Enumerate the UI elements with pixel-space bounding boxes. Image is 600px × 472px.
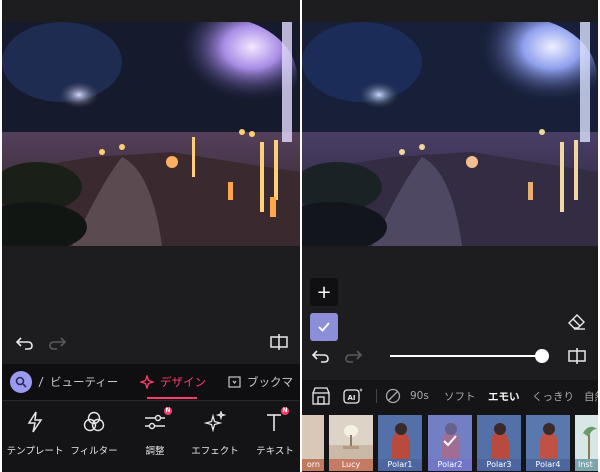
filter-shop-icon[interactable]	[310, 386, 332, 406]
left-editor-panel: ビューティー デザイン ブックマ テンプレート フィルター N 調整 エフェクト…	[2, 0, 300, 472]
tab-design-label: デザイン	[160, 375, 206, 389]
filter-thumb-polar2[interactable]: Polar2	[428, 415, 472, 471]
filtered-photo	[302, 22, 598, 246]
tool-adjust-label: 調整	[145, 446, 165, 457]
bookmark-icon	[228, 376, 241, 388]
compare-button[interactable]	[268, 332, 290, 352]
no-filter-icon[interactable]	[384, 387, 402, 405]
sparkle-icon	[140, 375, 154, 389]
tab-beauty[interactable]: ビューティー	[38, 364, 118, 400]
app-frame: ビューティー デザイン ブックマ テンプレート フィルター N 調整 エフェクト…	[0, 0, 600, 472]
tool-template[interactable]: テンプレート	[4, 409, 66, 467]
right-filter-panel: + AI 90s ソフト エモい くっきり 自 orn Lucy Polar1 …	[302, 0, 598, 472]
beauty-avatar-icon[interactable]	[10, 371, 32, 393]
filter-thumb-polar3[interactable]: Polar3	[477, 415, 521, 471]
text-icon: N	[265, 407, 289, 435]
selected-filter-thumb[interactable]	[310, 313, 338, 341]
lightning-icon	[26, 409, 44, 435]
filter-category-bar: AI 90s ソフト エモい くっきり 自然	[302, 380, 598, 412]
beauty-icon	[38, 376, 44, 388]
intensity-slider[interactable]	[390, 349, 549, 363]
category-natural[interactable]: 自然	[584, 380, 598, 412]
new-badge: N	[281, 407, 289, 415]
filter-thumbnail-strip: orn Lucy Polar1 Polar2 Polar3 Polar4 Ins…	[302, 412, 598, 472]
tool-text[interactable]: N テキスト	[244, 407, 300, 467]
category-soft[interactable]: ソフト	[444, 380, 476, 412]
category-kukkiri[interactable]: くっきり	[532, 380, 574, 412]
add-filter-button[interactable]: +	[310, 278, 338, 306]
tool-effect[interactable]: エフェクト	[184, 409, 246, 467]
intensity-slider-knob[interactable]	[535, 349, 549, 363]
eraser-button[interactable]	[566, 312, 588, 332]
svg-text:AI: AI	[347, 394, 355, 402]
compare-button[interactable]	[566, 346, 588, 366]
active-tab-indicator	[147, 397, 197, 399]
category-separator	[376, 389, 377, 403]
original-photo	[2, 22, 300, 246]
selected-check-icon	[443, 435, 457, 447]
tool-filter[interactable]: フィルター	[63, 409, 125, 467]
tab-bookmark[interactable]: ブックマ	[228, 364, 293, 400]
tab-bookmark-label: ブックマ	[247, 375, 293, 389]
tool-adjust[interactable]: N 調整	[124, 407, 186, 467]
filter-thumb-polar4[interactable]: Polar4	[526, 415, 570, 471]
new-badge: N	[164, 407, 172, 415]
tool-text-label: テキスト	[256, 446, 294, 457]
tool-effect-label: エフェクト	[191, 446, 239, 457]
undo-button[interactable]	[14, 333, 36, 353]
undo-button[interactable]	[310, 346, 332, 366]
filter-thumb-inst[interactable]: Inst	[575, 415, 598, 471]
effect-sparkles-icon	[204, 409, 226, 435]
tool-filter-label: フィルター	[70, 446, 118, 457]
filter-circles-icon	[83, 409, 105, 435]
tab-beauty-label: ビューティー	[50, 375, 119, 389]
filter-thumb-polar1[interactable]: Polar1	[378, 415, 422, 471]
tool-bar: テンプレート フィルター N 調整 エフェクト N テキスト	[2, 401, 300, 472]
adjust-sliders-icon: N	[144, 407, 172, 435]
tool-template-label: テンプレート	[6, 446, 64, 457]
ai-filter-icon[interactable]: AI	[342, 386, 364, 406]
redo-button[interactable]	[46, 333, 68, 353]
category-tabs: ビューティー デザイン ブックマ	[2, 364, 300, 401]
filter-thumb-orn[interactable]: orn	[302, 415, 324, 471]
filter-thumb-lucy[interactable]: Lucy	[329, 415, 373, 471]
redo-button[interactable]	[342, 346, 364, 366]
category-emoi[interactable]: エモい	[488, 380, 520, 412]
tab-design[interactable]: デザイン	[140, 364, 206, 400]
category-90s[interactable]: 90s	[410, 380, 429, 412]
